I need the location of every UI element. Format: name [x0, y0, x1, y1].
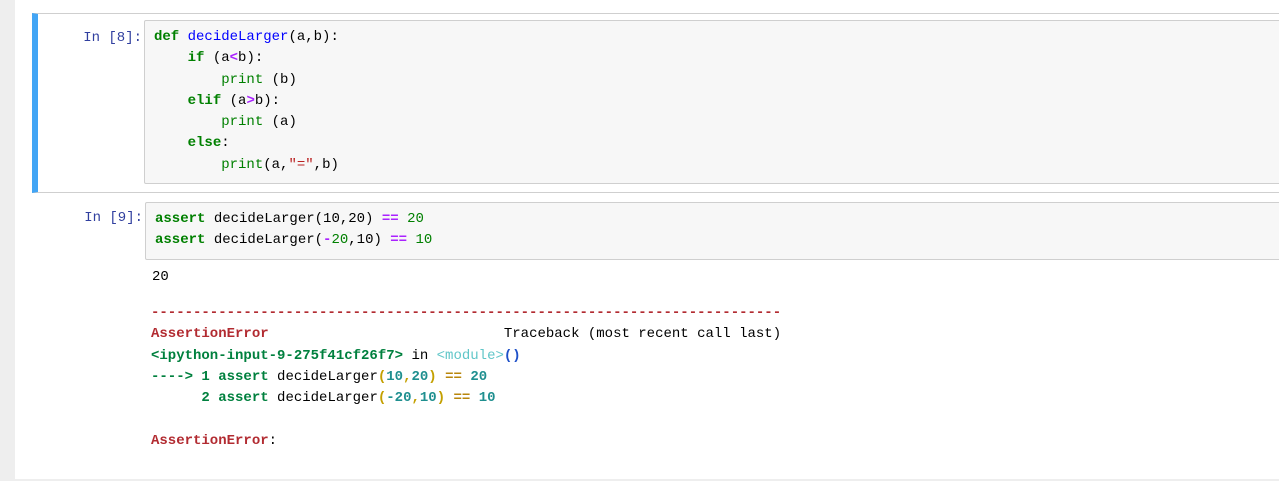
- code-line: print (a): [154, 112, 339, 133]
- code-token: <module>: [436, 347, 504, 364]
- code-text[interactable]: def decideLarger(a,b): if (a<b): print (…: [154, 27, 339, 176]
- code-token: if: [187, 50, 205, 67]
- code-token: (: [377, 390, 387, 407]
- code-token: print: [221, 156, 264, 173]
- code-line: else:: [154, 133, 339, 154]
- code-token: b):: [238, 50, 264, 67]
- code-token: "=": [288, 156, 314, 173]
- code-token: 2: [151, 390, 219, 407]
- code-token: 10: [415, 232, 433, 249]
- code-token: ,b): [313, 156, 339, 173]
- code-token: else: [187, 135, 222, 152]
- code-token: (a): [263, 114, 297, 131]
- code-token: elif: [187, 92, 222, 109]
- code-token: 20: [411, 368, 429, 385]
- code-token: ): [428, 368, 437, 385]
- code-token: b):: [254, 92, 281, 109]
- notebook-container: In [8]: def decideLarger(a,b): if (a<b):…: [15, 0, 1279, 479]
- cell-prompt: In [8]:: [83, 30, 142, 46]
- cell-prompt: In [9]:: [84, 210, 143, 226]
- code-line: elif (a>b):: [154, 91, 339, 112]
- code-token: assert: [218, 390, 269, 407]
- code-token: assert: [218, 368, 269, 385]
- code-line: 2 assert decideLarger(-20,10) == 10: [151, 388, 781, 409]
- code-token: ): [436, 390, 446, 407]
- code-token: 10: [419, 390, 437, 407]
- code-token: decideLarger(: [205, 232, 324, 249]
- code-token: >: [246, 92, 255, 109]
- code-token: <ipython-input-9-275f41cf26f7>: [151, 347, 404, 364]
- code-line: assert decideLarger(10,20) == 20: [155, 209, 432, 230]
- code-line: ----> 1 assert decideLarger(10,20) == 20: [151, 367, 781, 388]
- code-editor[interactable]: def decideLarger(a,b): if (a<b): print (…: [144, 20, 1279, 184]
- code-token: (a,: [263, 156, 289, 173]
- code-token: decideLarger(10,20): [205, 211, 382, 227]
- code-token: ==: [390, 232, 408, 249]
- code-token: ==: [445, 368, 462, 385]
- code-line: print(a,"=",b): [154, 155, 339, 176]
- code-token: in: [403, 347, 437, 364]
- code-token: assert: [155, 232, 206, 249]
- code-line: <ipython-input-9-275f41cf26f7> in <modul…: [151, 346, 781, 367]
- code-token: 10: [478, 390, 496, 407]
- code-token: AssertionError: [151, 326, 269, 343]
- code-token: ----> 1: [151, 368, 219, 385]
- code-text[interactable]: assert decideLarger(10,20) == 20 assert d…: [155, 209, 432, 252]
- code-token: decideLarger: [268, 390, 378, 407]
- code-token: (a: [221, 92, 247, 109]
- code-token: decideLarger: [268, 368, 378, 385]
- code-editor[interactable]: assert decideLarger(10,20) == 20 assert d…: [145, 202, 1279, 260]
- code-token: 10: [386, 368, 404, 385]
- code-token: :: [221, 135, 230, 152]
- code-token: ----------------------------------------…: [151, 305, 782, 321]
- code-token: -20: [386, 390, 412, 407]
- traceback-output: ----------------------------------------…: [151, 303, 781, 452]
- code-token: (: [377, 368, 387, 385]
- code-token: (a,b):: [288, 29, 339, 45]
- code-token: <: [229, 50, 239, 67]
- code-token: print: [221, 114, 264, 131]
- code-line: if (a<b):: [154, 48, 339, 69]
- code-token: 20: [407, 211, 424, 227]
- code-line: AssertionError:: [151, 431, 781, 452]
- code-token: (): [503, 347, 521, 364]
- code-token: print: [221, 71, 264, 88]
- code-token: :: [268, 432, 278, 449]
- code-line: ----------------------------------------…: [151, 303, 781, 324]
- code-line: print (b): [154, 70, 339, 91]
- code-token: ,10): [348, 232, 391, 249]
- code-token: ==: [381, 211, 399, 227]
- code-token: 20: [470, 368, 488, 385]
- code-token: assert: [155, 211, 206, 227]
- code-token: AssertionError: [151, 432, 269, 449]
- code-token: 20: [331, 232, 349, 249]
- stdout-output: 20: [152, 269, 169, 285]
- code-token: ==: [453, 390, 471, 407]
- code-token: decideLarger: [187, 29, 289, 45]
- code-token: ,: [411, 390, 420, 407]
- code-token: (b): [263, 71, 297, 88]
- code-line: AssertionError Traceback (most recent ca…: [151, 324, 781, 345]
- code-token: def: [154, 29, 180, 45]
- code-token: (a: [204, 50, 230, 67]
- code-line: def decideLarger(a,b):: [154, 27, 339, 48]
- code-cell-8[interactable]: In [8]: def decideLarger(a,b): if (a<b):…: [32, 13, 1279, 193]
- code-line: assert decideLarger(-20,10) == 10: [155, 230, 432, 251]
- code-token: Traceback (most recent call last): [268, 326, 782, 343]
